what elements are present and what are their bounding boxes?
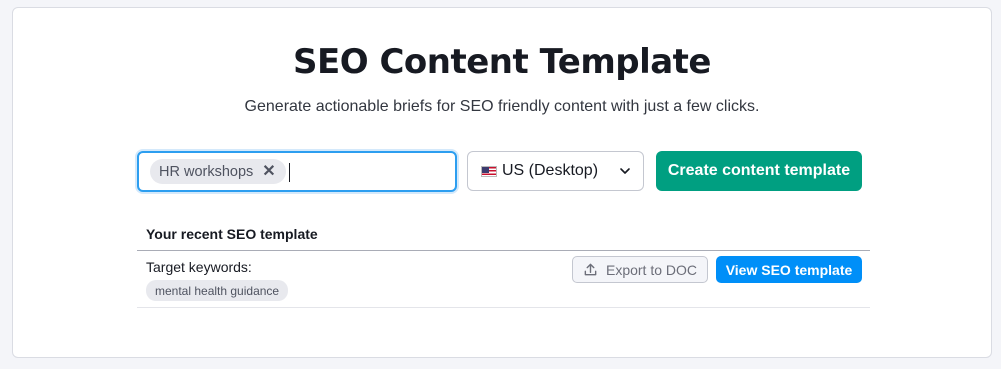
page-title: SEO Content Template [293,42,712,82]
keyword-tag: mental health guidance [146,280,289,301]
keyword-chip: HR workshops ✕ [150,159,286,184]
seo-content-template-card: SEO Content Template Generate actionable… [12,7,992,358]
database-select-value: US (Desktop) [502,162,599,179]
recent-templates-heading: Your recent SEO template [146,226,318,242]
view-seo-template-button[interactable]: View SEO template [716,256,862,283]
table-header-divider [137,250,870,251]
close-icon[interactable]: ✕ [262,163,275,180]
keyword-input[interactable]: HR workshops ✕ [137,151,457,192]
database-select[interactable]: US (Desktop) [467,151,644,191]
page-subtitle: Generate actionable briefs for SEO frien… [244,98,760,115]
keyword-chip-label: HR workshops [159,163,254,180]
target-keywords-label: Target keywords: [146,259,252,275]
us-flag-icon [481,165,497,177]
create-content-template-button[interactable]: Create content template [656,151,862,191]
export-to-doc-label: Export to DOC [605,261,698,278]
text-cursor [289,163,290,182]
chevron-down-icon [620,168,630,174]
export-to-doc-button[interactable]: Export to DOC [572,256,708,283]
row-divider [137,307,870,308]
upload-icon [584,263,597,276]
